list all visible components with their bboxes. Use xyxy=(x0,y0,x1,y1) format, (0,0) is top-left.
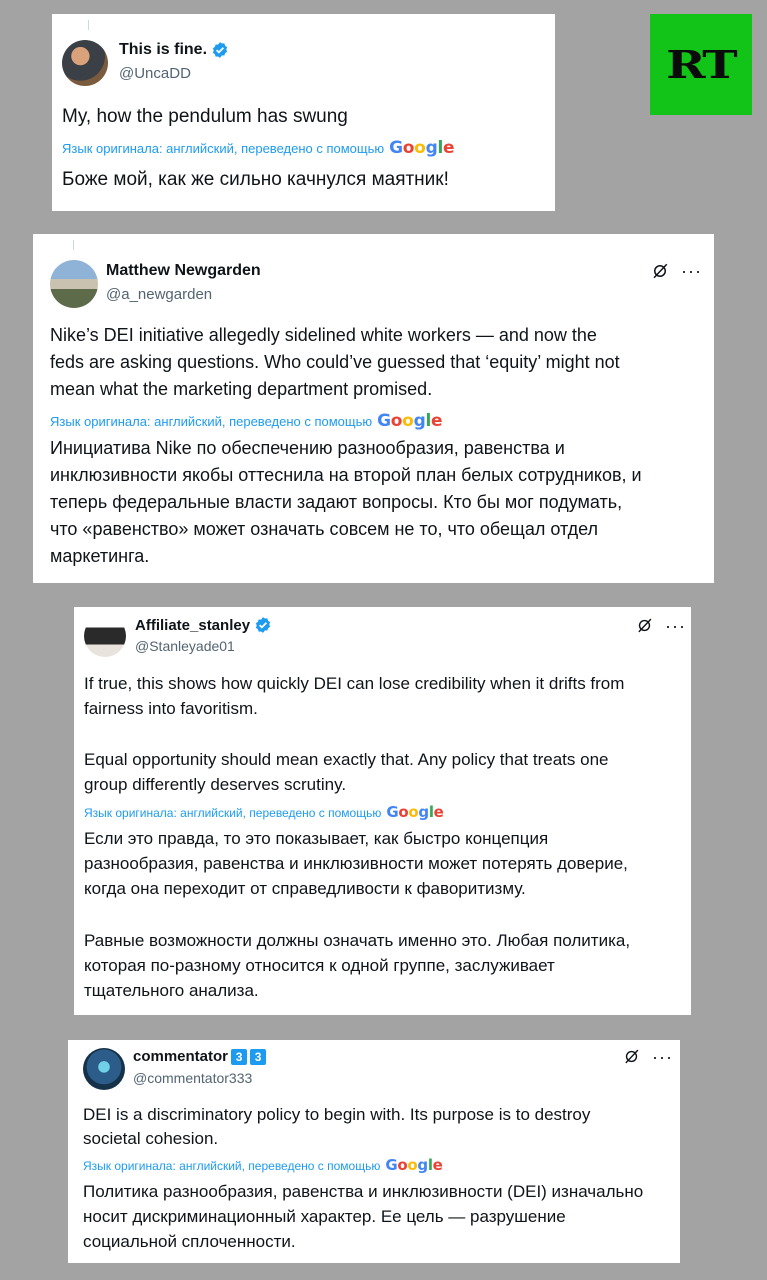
avatar[interactable] xyxy=(84,615,126,657)
tweet-card-1[interactable]: This is fine. @UncaDD My, how the pendul… xyxy=(52,14,555,211)
grok-icon[interactable] xyxy=(636,617,653,634)
rt-logo-text: RT xyxy=(666,42,738,87)
tweet-tools: ··· xyxy=(651,262,702,280)
google-logo: Google xyxy=(389,138,455,158)
avatar[interactable] xyxy=(83,1048,125,1090)
more-options-icon[interactable]: ··· xyxy=(665,617,686,635)
avatar[interactable] xyxy=(62,40,108,86)
author-handle[interactable]: @commentator333 xyxy=(133,1070,252,1086)
more-options-icon[interactable]: ··· xyxy=(652,1048,673,1066)
number-badge: 3 xyxy=(250,1048,267,1065)
thread-line xyxy=(73,240,74,250)
author-handle[interactable]: @a_newgarden xyxy=(106,286,212,303)
number-badge: 3 xyxy=(231,1048,248,1065)
author-name[interactable]: commentator 3 3 xyxy=(133,1048,267,1065)
tweet-text: My, how the pendulum has swung xyxy=(62,106,348,127)
tweet-card-2[interactable]: Matthew Newgarden @a_newgarden ··· Nike’… xyxy=(33,234,714,583)
author-name[interactable]: Affiliate_stanley xyxy=(135,616,272,634)
tweet-tools: ··· xyxy=(623,1048,673,1066)
grok-icon[interactable] xyxy=(651,262,669,280)
verified-badge-icon xyxy=(212,42,228,58)
google-logo: Google xyxy=(385,1156,443,1174)
avatar[interactable] xyxy=(50,260,98,308)
google-logo: Google xyxy=(377,411,443,431)
verified-badge-icon xyxy=(255,617,271,633)
tweet-card-3[interactable]: Affiliate_stanley @Stanleyade01 ··· If t… xyxy=(74,607,691,1015)
translation-note: Язык оригинала: английский, переведено с… xyxy=(83,1156,443,1174)
grok-icon[interactable] xyxy=(623,1048,640,1065)
translation-note: Язык оригинала: английский, переведено с… xyxy=(62,138,455,158)
translation-note: Язык оригинала: английский, переведено с… xyxy=(50,411,443,431)
thread-line xyxy=(88,20,89,30)
author-handle[interactable]: @Stanleyade01 xyxy=(135,638,235,654)
translated-text: Боже мой, как же сильно качнулся маятник… xyxy=(62,169,449,190)
tweet-tools: ··· xyxy=(636,617,686,635)
tweet-card-4[interactable]: commentator 3 3 @commentator333 ··· DEI … xyxy=(68,1040,680,1263)
google-logo: Google xyxy=(386,803,444,821)
author-handle[interactable]: @UncaDD xyxy=(119,65,191,82)
translation-note: Язык оригинала: английский, переведено с… xyxy=(84,803,444,821)
more-options-icon[interactable]: ··· xyxy=(681,262,702,280)
rt-logo: RT xyxy=(650,14,752,115)
author-name[interactable]: This is fine. xyxy=(119,41,229,59)
author-name[interactable]: Matthew Newgarden xyxy=(106,262,261,280)
